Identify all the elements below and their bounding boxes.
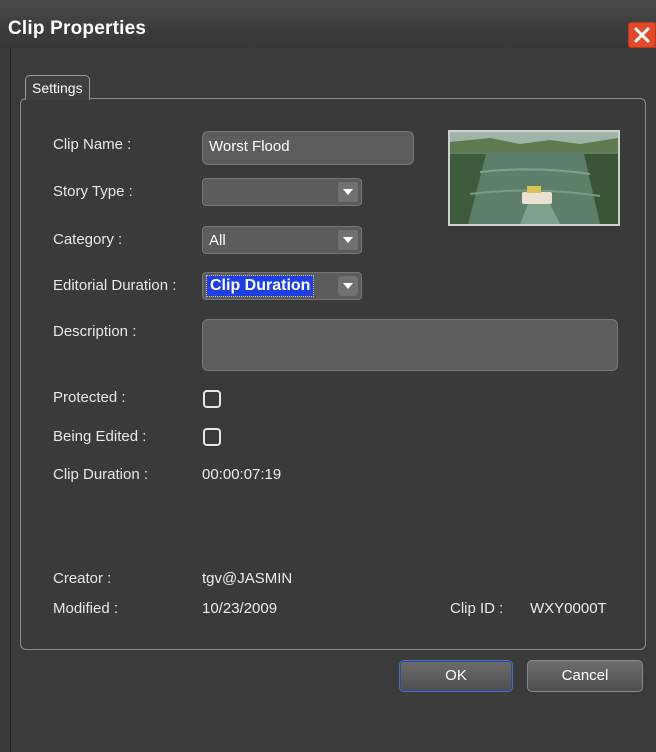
chevron-down-icon: [343, 283, 353, 289]
editorial-duration-dropdown[interactable]: Clip Duration: [202, 272, 362, 300]
clip-id-label: Clip ID :: [450, 600, 504, 617]
close-icon: [634, 27, 650, 43]
protected-checkbox[interactable]: [203, 390, 221, 408]
title-bar[interactable]: Clip Properties: [0, 0, 656, 48]
creator-label: Creator :: [53, 570, 112, 587]
chevron-down-icon: [343, 237, 353, 243]
clip-thumbnail: [448, 130, 620, 226]
chevron-down-icon: [343, 189, 353, 195]
category-value: All: [209, 232, 226, 249]
modified-value: 10/23/2009: [202, 600, 278, 617]
clip-name-label: Clip Name :: [53, 136, 132, 153]
window-title: Clip Properties: [8, 18, 147, 39]
clip-duration-value: 00:00:07:19: [202, 466, 282, 483]
description-field[interactable]: [202, 319, 618, 371]
creator-value: tgv@JASMIN: [202, 570, 293, 587]
description-label: Description :: [53, 323, 137, 340]
tab-settings[interactable]: Settings: [25, 75, 90, 100]
clip-thumbnail-image: [450, 132, 618, 224]
ok-button[interactable]: OK: [399, 660, 513, 692]
clip-duration-label: Clip Duration :: [53, 466, 149, 483]
category-dropdown-button[interactable]: [338, 230, 358, 250]
editorial-duration-value: Clip Duration: [205, 275, 315, 297]
clip-id-value: WXY0000T: [530, 600, 607, 617]
being-edited-checkbox[interactable]: [203, 428, 221, 446]
story-type-dropdown-button[interactable]: [338, 182, 358, 202]
editorial-duration-label: Editorial Duration :: [53, 277, 177, 294]
story-type-dropdown[interactable]: [202, 178, 362, 206]
clip-name-value: Worst Flood: [209, 138, 290, 155]
protected-label: Protected :: [53, 389, 126, 406]
close-button[interactable]: [628, 22, 656, 48]
story-type-label: Story Type :: [53, 183, 133, 200]
cancel-button[interactable]: Cancel: [527, 660, 643, 692]
clip-name-field[interactable]: Worst Flood: [202, 131, 414, 165]
being-edited-label: Being Edited :: [53, 428, 147, 445]
modified-label: Modified :: [53, 600, 119, 617]
clip-properties-dialog: Clip Properties Settings Clip Name : Wor…: [0, 0, 656, 752]
editorial-duration-dropdown-button[interactable]: [338, 276, 358, 296]
category-dropdown[interactable]: All: [202, 226, 362, 254]
category-label: Category :: [53, 231, 123, 248]
